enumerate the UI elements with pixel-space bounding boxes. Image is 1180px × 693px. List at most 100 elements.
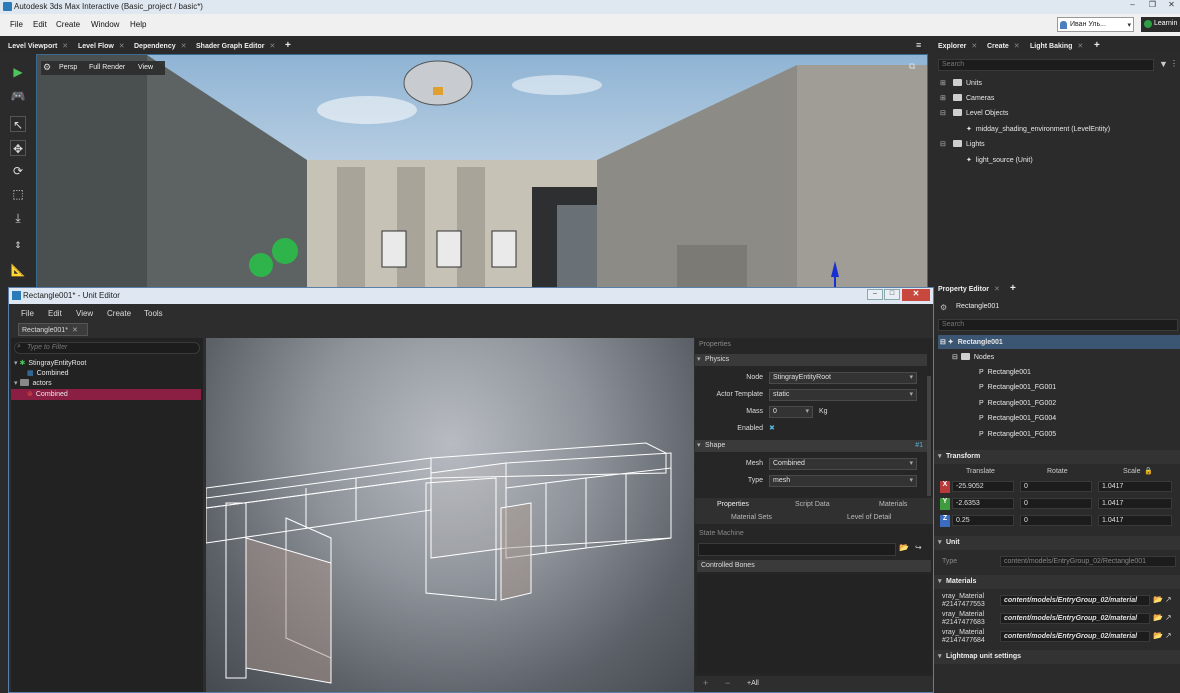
- user-account-dropdown[interactable]: Иван Уль... ▾: [1057, 17, 1134, 32]
- enabled-checkbox[interactable]: ✖: [769, 424, 775, 432]
- actor-template-dropdown[interactable]: static: [769, 389, 917, 401]
- tree-item-level-objects[interactable]: ⊟ Level Objects: [940, 109, 1008, 117]
- tree-item-node[interactable]: P Rectangle001_FG005: [979, 431, 1056, 438]
- mass-input[interactable]: 0: [769, 406, 813, 418]
- ruler-tool-icon[interactable]: 📐: [10, 262, 26, 278]
- mesh-dropdown[interactable]: Combined: [769, 458, 917, 470]
- minimize-button[interactable]: –: [1125, 0, 1140, 11]
- tree-item-root[interactable]: ▾ ✱ StingrayEntityRoot: [14, 359, 86, 367]
- shape-section-header[interactable]: Shape#1: [695, 440, 927, 452]
- tab-level-flow[interactable]: Level Flow ✕: [78, 42, 125, 50]
- rotate-y-field[interactable]: 0: [1020, 498, 1092, 509]
- state-machine-field[interactable]: [698, 543, 896, 556]
- full-render-button[interactable]: Full Render: [89, 64, 125, 71]
- tab-light-baking[interactable]: Light Baking ✕: [1030, 42, 1083, 50]
- close-button[interactable]: ✕: [902, 289, 930, 301]
- physics-section-header[interactable]: Physics: [695, 354, 927, 366]
- tree-item-lights[interactable]: ⊟ Lights: [940, 140, 985, 148]
- tree-item-node[interactable]: P Rectangle001: [979, 369, 1031, 376]
- close-icon[interactable]: ✕: [62, 43, 68, 50]
- unit-preview-viewport[interactable]: [206, 338, 694, 692]
- view-button[interactable]: View: [138, 64, 153, 71]
- unit-type-field[interactable]: content/models/EntryGroup_02/Rectangle00…: [1000, 556, 1176, 567]
- controlled-bones-list[interactable]: [697, 574, 931, 674]
- close-icon[interactable]: ✕: [269, 43, 275, 50]
- learning-button[interactable]: Learnin: [1141, 17, 1180, 32]
- menu-create[interactable]: Create: [56, 20, 80, 29]
- scale-y-field[interactable]: 1.0417: [1098, 498, 1172, 509]
- close-button[interactable]: ✕: [1164, 0, 1179, 11]
- translate-x-field[interactable]: -25.9052: [952, 481, 1014, 492]
- scale-z-field[interactable]: 1.0417: [1098, 515, 1172, 526]
- add-all-button[interactable]: +All: [747, 680, 759, 687]
- tree-item-node[interactable]: P Rectangle001_FG004: [979, 415, 1056, 422]
- property-search-input[interactable]: Search: [938, 319, 1178, 331]
- material-path-field[interactable]: content/models/EntryGroup_02/material: [1000, 631, 1150, 642]
- close-icon[interactable]: ✕: [181, 43, 187, 50]
- tree-item-combined-mesh[interactable]: ▦ Combined: [27, 369, 69, 377]
- tab-material-sets[interactable]: Material Sets: [731, 514, 772, 521]
- scale-tool-icon[interactable]: ⬚: [10, 186, 26, 202]
- menu-window[interactable]: Window: [91, 20, 119, 29]
- tree-item-rectangle001[interactable]: ⊟ ✦ Rectangle001: [940, 338, 1003, 346]
- tree-item-actors[interactable]: ▾ actors: [14, 379, 52, 387]
- menu-file[interactable]: File: [10, 20, 23, 29]
- tree-item-node[interactable]: P Rectangle001_FG001: [979, 384, 1056, 391]
- add-tab-button[interactable]: +: [285, 40, 291, 51]
- node-dropdown[interactable]: StingrayEntityRoot: [769, 372, 917, 384]
- maximize-button[interactable]: ❐: [1145, 0, 1160, 11]
- play-icon[interactable]: ▶: [10, 64, 26, 80]
- more-icon[interactable]: ⋮: [1170, 59, 1178, 68]
- type-dropdown[interactable]: mesh: [769, 475, 917, 487]
- tab-menu-icon[interactable]: ≡: [916, 40, 921, 50]
- material-path-field[interactable]: content/models/EntryGroup_02/material: [1000, 613, 1150, 624]
- add-tab-button[interactable]: +: [1094, 40, 1100, 51]
- unit-section-header[interactable]: Unit: [934, 536, 1180, 550]
- close-icon[interactable]: ✕: [72, 327, 78, 334]
- tree-item-units[interactable]: ⊞ Units: [940, 79, 982, 87]
- scrollbar[interactable]: [927, 376, 931, 496]
- maximize-viewport-icon[interactable]: ⧉: [909, 61, 915, 72]
- menu-edit[interactable]: Edit: [48, 309, 62, 318]
- tree-item-node[interactable]: P Rectangle001_FG002: [979, 400, 1056, 407]
- tab-explorer[interactable]: Explorer ✕: [938, 42, 977, 50]
- folder-open-icon[interactable]: 📂: [1153, 595, 1163, 604]
- tab-level-of-detail[interactable]: Level of Detail: [847, 514, 891, 521]
- filter-icon[interactable]: ▼: [1159, 59, 1168, 69]
- menu-tools[interactable]: Tools: [144, 309, 163, 318]
- gamepad-icon[interactable]: 🎮: [10, 88, 26, 104]
- menu-help[interactable]: Help: [130, 20, 146, 29]
- material-path-field[interactable]: content/models/EntryGroup_02/material: [1000, 595, 1150, 606]
- tab-create[interactable]: Create ✕: [987, 42, 1020, 50]
- lock-icon[interactable]: 🔒: [1144, 467, 1153, 475]
- menu-create[interactable]: Create: [107, 309, 131, 318]
- add-tab-button[interactable]: +: [1010, 283, 1016, 294]
- translate-y-field[interactable]: -2.6353: [952, 498, 1014, 509]
- external-link-icon[interactable]: ↗: [1165, 595, 1172, 604]
- place-tool-icon[interactable]: ⤓: [10, 210, 26, 226]
- external-link-icon[interactable]: ↗: [1165, 613, 1172, 622]
- filter-input[interactable]: Type to Filter: [14, 342, 200, 354]
- tree-item-light-source[interactable]: ✦ light_source (Unit): [966, 156, 1033, 164]
- tree-item-nodes[interactable]: ⊟ Nodes: [952, 353, 994, 361]
- move-tool-icon[interactable]: ✥: [10, 140, 26, 156]
- rotate-tool-icon[interactable]: ⟳: [10, 163, 26, 179]
- external-link-icon[interactable]: ↗: [1165, 631, 1172, 640]
- tree-item-combined-actor[interactable]: ⊗ Combined: [27, 390, 68, 398]
- select-tool-icon[interactable]: ↖: [10, 116, 26, 132]
- snap-distance-icon[interactable]: ⇕: [10, 237, 26, 253]
- tab-materials[interactable]: Materials: [879, 501, 907, 508]
- tab-properties[interactable]: Properties: [717, 501, 749, 508]
- menu-file[interactable]: File: [21, 309, 34, 318]
- menu-view[interactable]: View: [76, 309, 93, 318]
- tab-script-data[interactable]: Script Data: [795, 501, 830, 508]
- maximize-button[interactable]: □: [884, 289, 900, 300]
- menu-edit[interactable]: Edit: [33, 20, 47, 29]
- folder-open-icon[interactable]: 📂: [1153, 613, 1163, 622]
- rotate-z-field[interactable]: 0: [1020, 515, 1092, 526]
- explorer-search-input[interactable]: Search: [938, 59, 1154, 71]
- persp-button[interactable]: Persp: [59, 64, 77, 71]
- folder-open-icon[interactable]: 📂: [899, 543, 909, 552]
- tab-level-viewport[interactable]: Level Viewport ✕: [8, 42, 68, 50]
- tree-item-cameras[interactable]: ⊞ Cameras: [940, 94, 994, 102]
